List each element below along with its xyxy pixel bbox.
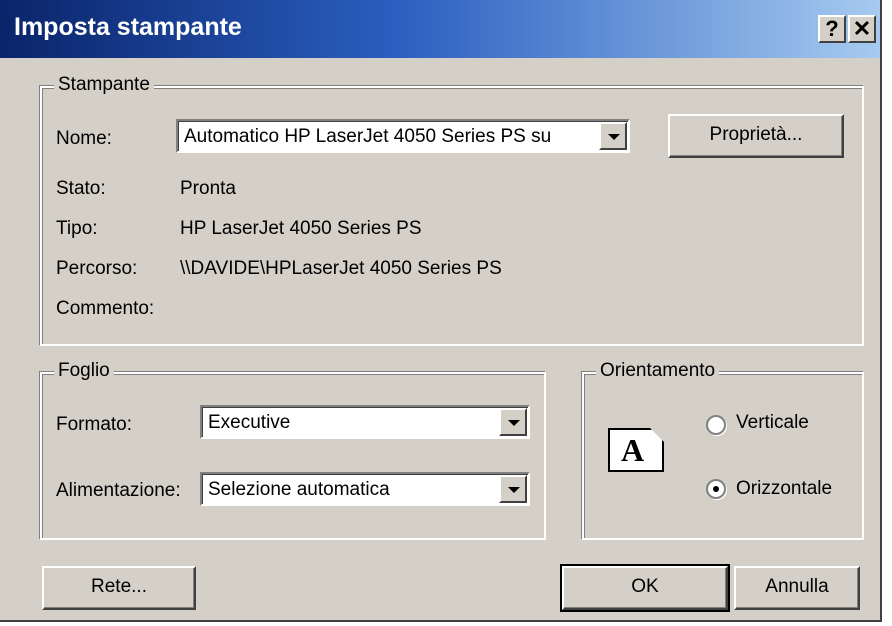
- page-orientation-letter: A: [621, 432, 645, 468]
- paper-size-label: Formato:: [56, 414, 133, 435]
- ok-button[interactable]: OK: [560, 564, 730, 612]
- network-button[interactable]: Rete...: [42, 566, 196, 610]
- printer-name-value: Automatico HP LaserJet 4050 Series PS su: [184, 126, 552, 147]
- printer-name-label: Nome:: [56, 128, 112, 149]
- paper-size-value: Executive: [208, 412, 291, 433]
- paper-group: Foglio: [40, 360, 546, 540]
- title-bar[interactable]: Imposta stampante ? ✕: [0, 0, 880, 58]
- status-value: Pronta: [180, 178, 236, 199]
- status-label: Stato:: [56, 178, 106, 199]
- chevron-down-icon[interactable]: [499, 408, 527, 436]
- landscape-label[interactable]: Orizzontale: [736, 478, 832, 500]
- help-button[interactable]: ?: [818, 15, 846, 43]
- type-label: Tipo:: [56, 218, 98, 239]
- paper-source-value: Selezione automatica: [208, 479, 390, 500]
- printer-group-label: Stampante: [54, 74, 154, 96]
- chevron-down-icon[interactable]: [599, 122, 627, 150]
- cancel-button[interactable]: Annulla: [734, 566, 860, 610]
- window-title: Imposta stampante: [14, 13, 242, 41]
- orientation-group-label: Orientamento: [596, 360, 720, 382]
- type-value: HP LaserJet 4050 Series PS: [180, 218, 422, 239]
- print-setup-dialog: Imposta stampante ? ✕ Stampante Nome: Au…: [0, 0, 882, 622]
- close-button[interactable]: ✕: [848, 15, 876, 43]
- properties-button[interactable]: Proprietà...: [668, 114, 844, 158]
- paper-source-dropdown[interactable]: Selezione automatica: [200, 472, 530, 506]
- page-orientation-icon: A: [608, 428, 664, 472]
- chevron-down-icon[interactable]: [499, 475, 527, 503]
- comment-label: Commento:: [56, 298, 155, 319]
- portrait-radio[interactable]: [706, 415, 726, 435]
- paper-group-label: Foglio: [54, 360, 114, 382]
- path-label: Percorso:: [56, 258, 138, 279]
- portrait-label[interactable]: Verticale: [736, 412, 809, 434]
- paper-source-label: Alimentazione:: [56, 480, 181, 501]
- path-value: \\DAVIDE\HPLaserJet 4050 Series PS: [180, 258, 502, 279]
- landscape-radio[interactable]: [706, 479, 726, 499]
- printer-name-dropdown[interactable]: Automatico HP LaserJet 4050 Series PS su: [176, 119, 630, 153]
- paper-size-dropdown[interactable]: Executive: [200, 405, 530, 439]
